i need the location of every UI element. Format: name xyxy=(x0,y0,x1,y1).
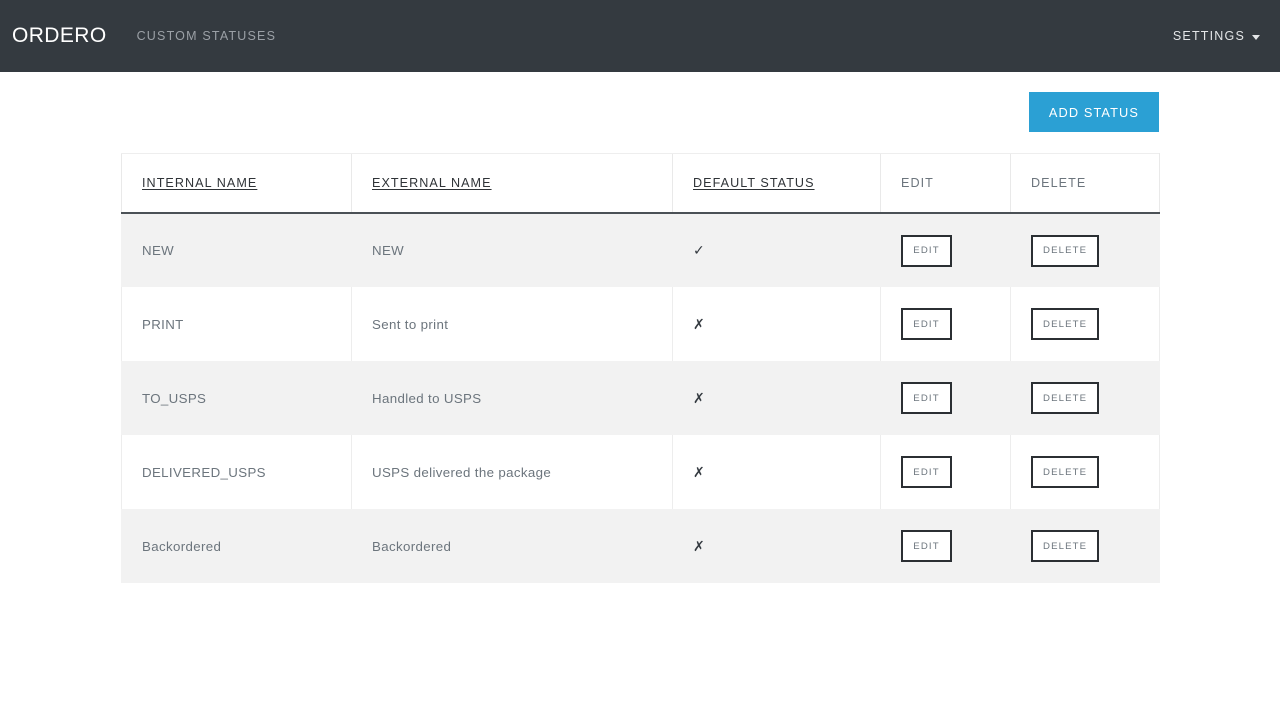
cell-internal-name: DELIVERED_USPS xyxy=(121,435,352,509)
settings-label: SETTINGS xyxy=(1172,29,1245,43)
cell-delete: DELETE xyxy=(1010,361,1160,435)
delete-button[interactable]: DELETE xyxy=(1031,234,1100,267)
edit-button[interactable]: EDIT xyxy=(901,530,952,562)
nav-item-custom-statuses[interactable]: CUSTOM STATUSES xyxy=(137,29,277,43)
cross-icon: ✗ xyxy=(693,537,706,554)
sort-link-external-name[interactable]: EXTERNAL NAME xyxy=(372,176,492,190)
cell-internal-name: TO_USPS xyxy=(121,361,352,435)
edit-button[interactable]: EDIT xyxy=(901,382,952,414)
table-row: NEW NEW ✓ EDIT DELETE xyxy=(121,213,1160,287)
column-header-default-status: DEFAULT STATUS xyxy=(672,153,881,213)
sort-link-internal-name[interactable]: INTERNAL NAME xyxy=(142,176,257,190)
column-header-external-name: EXTERNAL NAME xyxy=(351,153,673,213)
table-head: INTERNAL NAME EXTERNAL NAME DEFAULT STAT… xyxy=(121,153,1160,213)
table-row: Backordered Backordered ✗ EDIT DELETE xyxy=(121,509,1160,583)
cross-icon: ✗ xyxy=(693,463,706,480)
cell-external-name: Backordered xyxy=(351,509,673,583)
cell-default-status: ✗ xyxy=(672,509,881,583)
cell-delete: DELETE xyxy=(1010,287,1160,361)
custom-statuses-table: INTERNAL NAME EXTERNAL NAME DEFAULT STAT… xyxy=(121,153,1160,583)
sort-link-default-status[interactable]: DEFAULT STATUS xyxy=(693,176,815,190)
cell-external-name: NEW xyxy=(351,213,673,287)
table-body: NEW NEW ✓ EDIT DELETE PRINT Sent to prin… xyxy=(121,213,1160,583)
edit-button[interactable]: EDIT xyxy=(901,234,952,267)
cell-external-name: Handled to USPS xyxy=(351,361,673,435)
primary-nav: CUSTOM STATUSES xyxy=(137,29,277,43)
column-label-edit: EDIT xyxy=(901,176,934,190)
cell-edit: EDIT xyxy=(880,361,1011,435)
top-navbar: ORDERO CUSTOM STATUSES SETTINGS xyxy=(0,0,1280,72)
column-header-edit: EDIT xyxy=(880,153,1011,213)
check-icon: ✓ xyxy=(693,242,706,258)
cell-delete: DELETE xyxy=(1010,213,1160,287)
table-row: TO_USPS Handled to USPS ✗ EDIT DELETE xyxy=(121,361,1160,435)
table-row: DELIVERED_USPS USPS delivered the packag… xyxy=(121,435,1160,509)
cell-internal-name: PRINT xyxy=(121,287,352,361)
column-header-internal-name: INTERNAL NAME xyxy=(121,153,352,213)
add-status-button[interactable]: ADD STATUS xyxy=(1028,92,1159,132)
table-row: PRINT Sent to print ✗ EDIT DELETE xyxy=(121,287,1160,361)
cell-default-status: ✗ xyxy=(672,435,881,509)
settings-menu[interactable]: SETTINGS xyxy=(1173,29,1260,43)
cell-internal-name: Backordered xyxy=(121,509,352,583)
column-header-delete: DELETE xyxy=(1010,153,1160,213)
cell-internal-name: NEW xyxy=(121,213,352,287)
cross-icon: ✗ xyxy=(693,315,706,332)
cross-icon: ✗ xyxy=(693,389,706,406)
cell-external-name: Sent to print xyxy=(351,287,673,361)
toolbar: ADD STATUS xyxy=(121,92,1159,132)
cell-default-status: ✗ xyxy=(672,361,881,435)
delete-button[interactable]: DELETE xyxy=(1031,456,1100,488)
edit-button[interactable]: EDIT xyxy=(901,308,952,340)
cell-edit: EDIT xyxy=(880,435,1011,509)
page-body: ADD STATUS INTERNAL NAME EXTERNAL NAME D… xyxy=(0,72,1280,583)
brand-logo[interactable]: ORDERO xyxy=(12,24,119,48)
table-header-row: INTERNAL NAME EXTERNAL NAME DEFAULT STAT… xyxy=(121,153,1160,213)
cell-edit: EDIT xyxy=(880,287,1011,361)
cell-delete: DELETE xyxy=(1010,435,1160,509)
chevron-down-icon xyxy=(1252,34,1260,40)
cell-default-status: ✓ xyxy=(672,213,881,287)
delete-button[interactable]: DELETE xyxy=(1031,308,1100,340)
cell-external-name: USPS delivered the package xyxy=(351,435,673,509)
delete-button[interactable]: DELETE xyxy=(1031,530,1100,562)
column-label-delete: DELETE xyxy=(1031,176,1087,190)
cell-edit: EDIT xyxy=(880,509,1011,583)
content-container: ADD STATUS INTERNAL NAME EXTERNAL NAME D… xyxy=(121,72,1160,583)
edit-button[interactable]: EDIT xyxy=(901,456,952,488)
nav-right-group: SETTINGS xyxy=(1173,29,1264,43)
cell-delete: DELETE xyxy=(1010,509,1160,583)
delete-button[interactable]: DELETE xyxy=(1031,382,1100,414)
cell-default-status: ✗ xyxy=(672,287,881,361)
cell-edit: EDIT xyxy=(880,213,1011,287)
